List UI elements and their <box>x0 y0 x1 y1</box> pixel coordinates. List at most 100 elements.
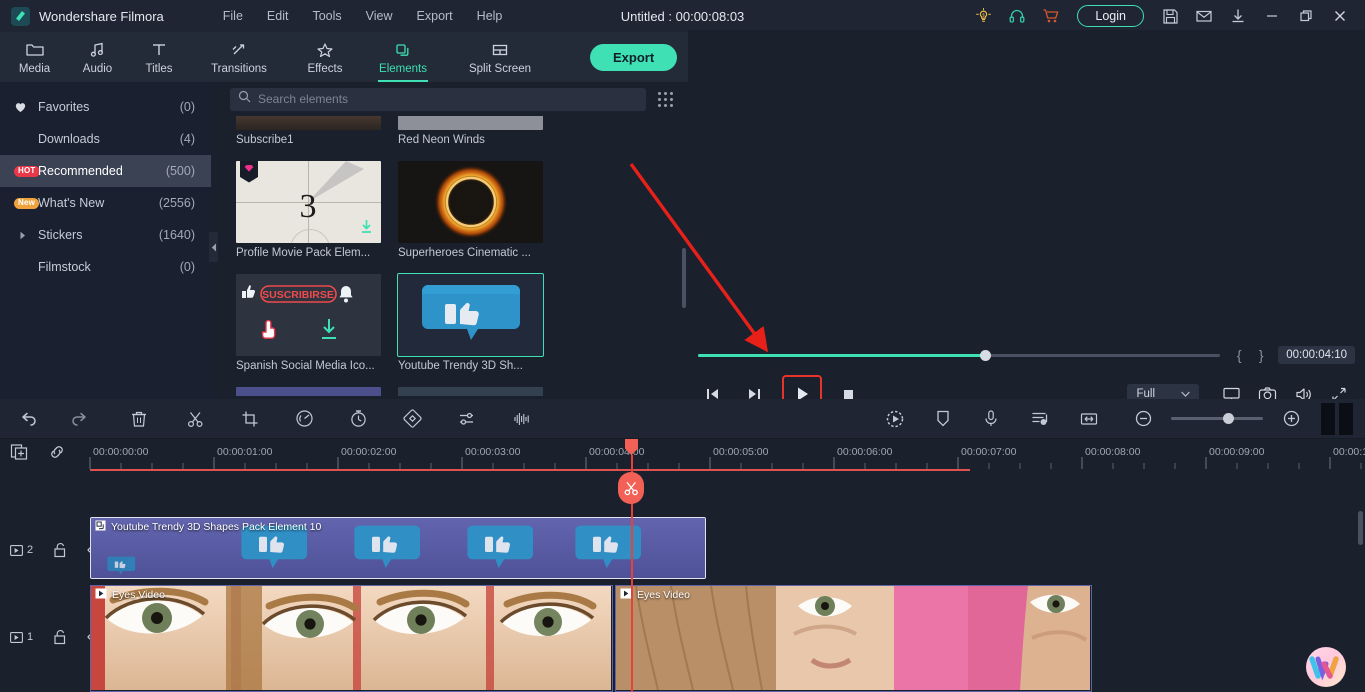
element-card[interactable]: Subscribe1 <box>236 116 381 146</box>
tab-split-screen[interactable]: Split Screen <box>460 32 540 82</box>
table-row[interactable]: Eyes Video <box>615 585 1092 692</box>
audio-mixer-icon[interactable] <box>1019 399 1059 439</box>
sidebar-item-downloads[interactable]: Downloads (4) <box>0 123 211 155</box>
element-label: Youtube Trendy 3D Sh... <box>398 360 523 372</box>
zoom-out-icon[interactable] <box>1123 399 1163 439</box>
headphones-icon[interactable] <box>1000 0 1034 32</box>
element-card[interactable]: SUSCRIBIRSE Spanish Social Media Ico... <box>236 274 381 372</box>
sidebar-item-filmstock[interactable]: Filmstock (0) <box>0 251 211 283</box>
undo-icon[interactable] <box>9 399 49 439</box>
tab-audio[interactable]: Audio <box>75 32 120 82</box>
panel-resize-handle[interactable] <box>1321 402 1353 435</box>
tab-titles[interactable]: Titles <box>138 32 180 82</box>
elements-scrollbar[interactable] <box>682 248 686 308</box>
ruler-label: 00:00:00:00 <box>93 446 149 458</box>
element-card[interactable] <box>398 387 543 396</box>
zoom-slider[interactable] <box>1171 413 1263 424</box>
login-button[interactable]: Login <box>1077 5 1144 27</box>
split-scissors-icon[interactable] <box>175 399 215 439</box>
sidebar-collapse-handle[interactable] <box>209 232 218 262</box>
sidebar-item-stickers[interactable]: Stickers (1640) <box>0 219 211 251</box>
table-row[interactable]: Eyes Video <box>90 585 613 692</box>
crop-icon[interactable] <box>230 399 270 439</box>
menu-item-help[interactable]: Help <box>465 5 515 27</box>
delete-icon[interactable] <box>119 399 159 439</box>
ruler-label: 00:00:05:00 <box>713 446 769 458</box>
element-clip-icon <box>95 520 106 534</box>
color-adjust-icon[interactable] <box>446 399 486 439</box>
zoom-in-icon[interactable] <box>1271 399 1311 439</box>
tab-media[interactable]: Media <box>12 32 57 82</box>
search-row <box>220 82 688 116</box>
element-card[interactable]: Red Neon Winds <box>398 116 543 146</box>
track-number: 2 <box>10 544 33 556</box>
grid-view-toggle[interactable] <box>652 88 678 110</box>
tab-label: Effects <box>307 62 343 75</box>
split-screen-icon <box>490 40 510 60</box>
chevron-right-icon[interactable] <box>14 231 38 240</box>
mail-icon[interactable] <box>1187 0 1221 32</box>
tab-effects[interactable]: Effects <box>300 32 350 82</box>
search-box[interactable] <box>230 87 646 111</box>
filmora-logo-icon <box>11 6 30 26</box>
sidebar-item-count: (2556) <box>158 196 195 210</box>
cart-icon[interactable] <box>1034 0 1068 32</box>
sidebar-item-favorites[interactable]: Favorites (0) <box>0 91 211 123</box>
audio-waveform-icon[interactable] <box>502 399 542 439</box>
minimize-icon[interactable] <box>1255 0 1289 32</box>
element-thumbnail: 3 <box>236 161 381 243</box>
restore-icon[interactable] <box>1289 0 1323 32</box>
timeline-vertical-scrollbar[interactable] <box>1358 511 1363 545</box>
menu-item-tools[interactable]: Tools <box>300 5 353 27</box>
element-thumbnail <box>397 273 544 357</box>
unlock-icon[interactable] <box>53 629 67 645</box>
sidebar-item-recommended[interactable]: HOT Recommended (500) <box>0 155 211 187</box>
ruler-label: 00:00:06:00 <box>837 446 893 458</box>
render-preview-icon[interactable] <box>875 399 915 439</box>
element-thumbnail <box>398 387 543 396</box>
music-note-icon <box>88 40 108 60</box>
mark-in-icon[interactable]: { <box>1228 347 1250 363</box>
elements-grid: Subscribe1 Red Neon Winds 3 Profile Movi… <box>228 116 680 396</box>
element-card[interactable] <box>236 387 381 396</box>
export-button[interactable]: Export <box>590 44 678 71</box>
tab-elements[interactable]: Elements <box>372 32 434 82</box>
scrubber-knob[interactable] <box>980 349 992 361</box>
element-card[interactable]: Superheroes Cinematic ... <box>398 161 543 259</box>
fit-timeline-icon[interactable] <box>1069 399 1109 439</box>
menu-item-edit[interactable]: Edit <box>255 5 301 27</box>
menu-item-export[interactable]: Export <box>405 5 465 27</box>
download-icon[interactable] <box>1221 0 1255 32</box>
close-icon[interactable] <box>1323 0 1357 32</box>
download-icon[interactable] <box>360 219 373 239</box>
split-at-playhead-button[interactable] <box>618 472 644 504</box>
menu-item-view[interactable]: View <box>354 5 405 27</box>
marker-icon[interactable] <box>923 399 963 439</box>
menu-item-file[interactable]: File <box>211 5 255 27</box>
voiceover-mic-icon[interactable] <box>971 399 1011 439</box>
keyframe-icon[interactable] <box>392 399 432 439</box>
sidebar-item-whats-new[interactable]: New What's New (2556) <box>0 187 211 219</box>
mark-out-icon[interactable]: } <box>1250 347 1272 363</box>
element-card-selected[interactable]: Youtube Trendy 3D Sh... <box>397 273 544 372</box>
unlock-icon[interactable] <box>53 542 67 558</box>
sidebar-item-count: (0) <box>179 260 195 274</box>
duration-timer-icon[interactable] <box>338 399 378 439</box>
redo-icon[interactable] <box>59 399 99 439</box>
zoom-slider-knob[interactable] <box>1223 413 1235 424</box>
ruler-label: 00:00:09:00 <box>1209 446 1265 458</box>
timeline-ruler[interactable]: 00:00:00:00 00:00:01:00 00:00:02:00 00:00:0… <box>0 439 1365 473</box>
lightbulb-icon[interactable]: $ <box>966 0 1000 32</box>
table-row[interactable]: Youtube Trendy 3D Shapes Pack Element 10 <box>90 517 706 579</box>
search-input[interactable] <box>258 92 638 106</box>
sidebar-item-count: (1640) <box>158 228 195 242</box>
timeline-toolbar <box>0 399 1365 439</box>
element-thumbnail <box>236 116 381 130</box>
save-icon[interactable] <box>1153 0 1187 32</box>
speed-icon[interactable] <box>284 399 324 439</box>
tab-transitions[interactable]: Transitions <box>200 32 278 82</box>
preview-scrubber[interactable] <box>698 349 1221 361</box>
tab-label: Titles <box>145 62 173 75</box>
ruler-label: 00:00:1 <box>1333 446 1365 458</box>
element-card[interactable]: 3 Profile Movie Pack Elem... <box>236 161 381 259</box>
